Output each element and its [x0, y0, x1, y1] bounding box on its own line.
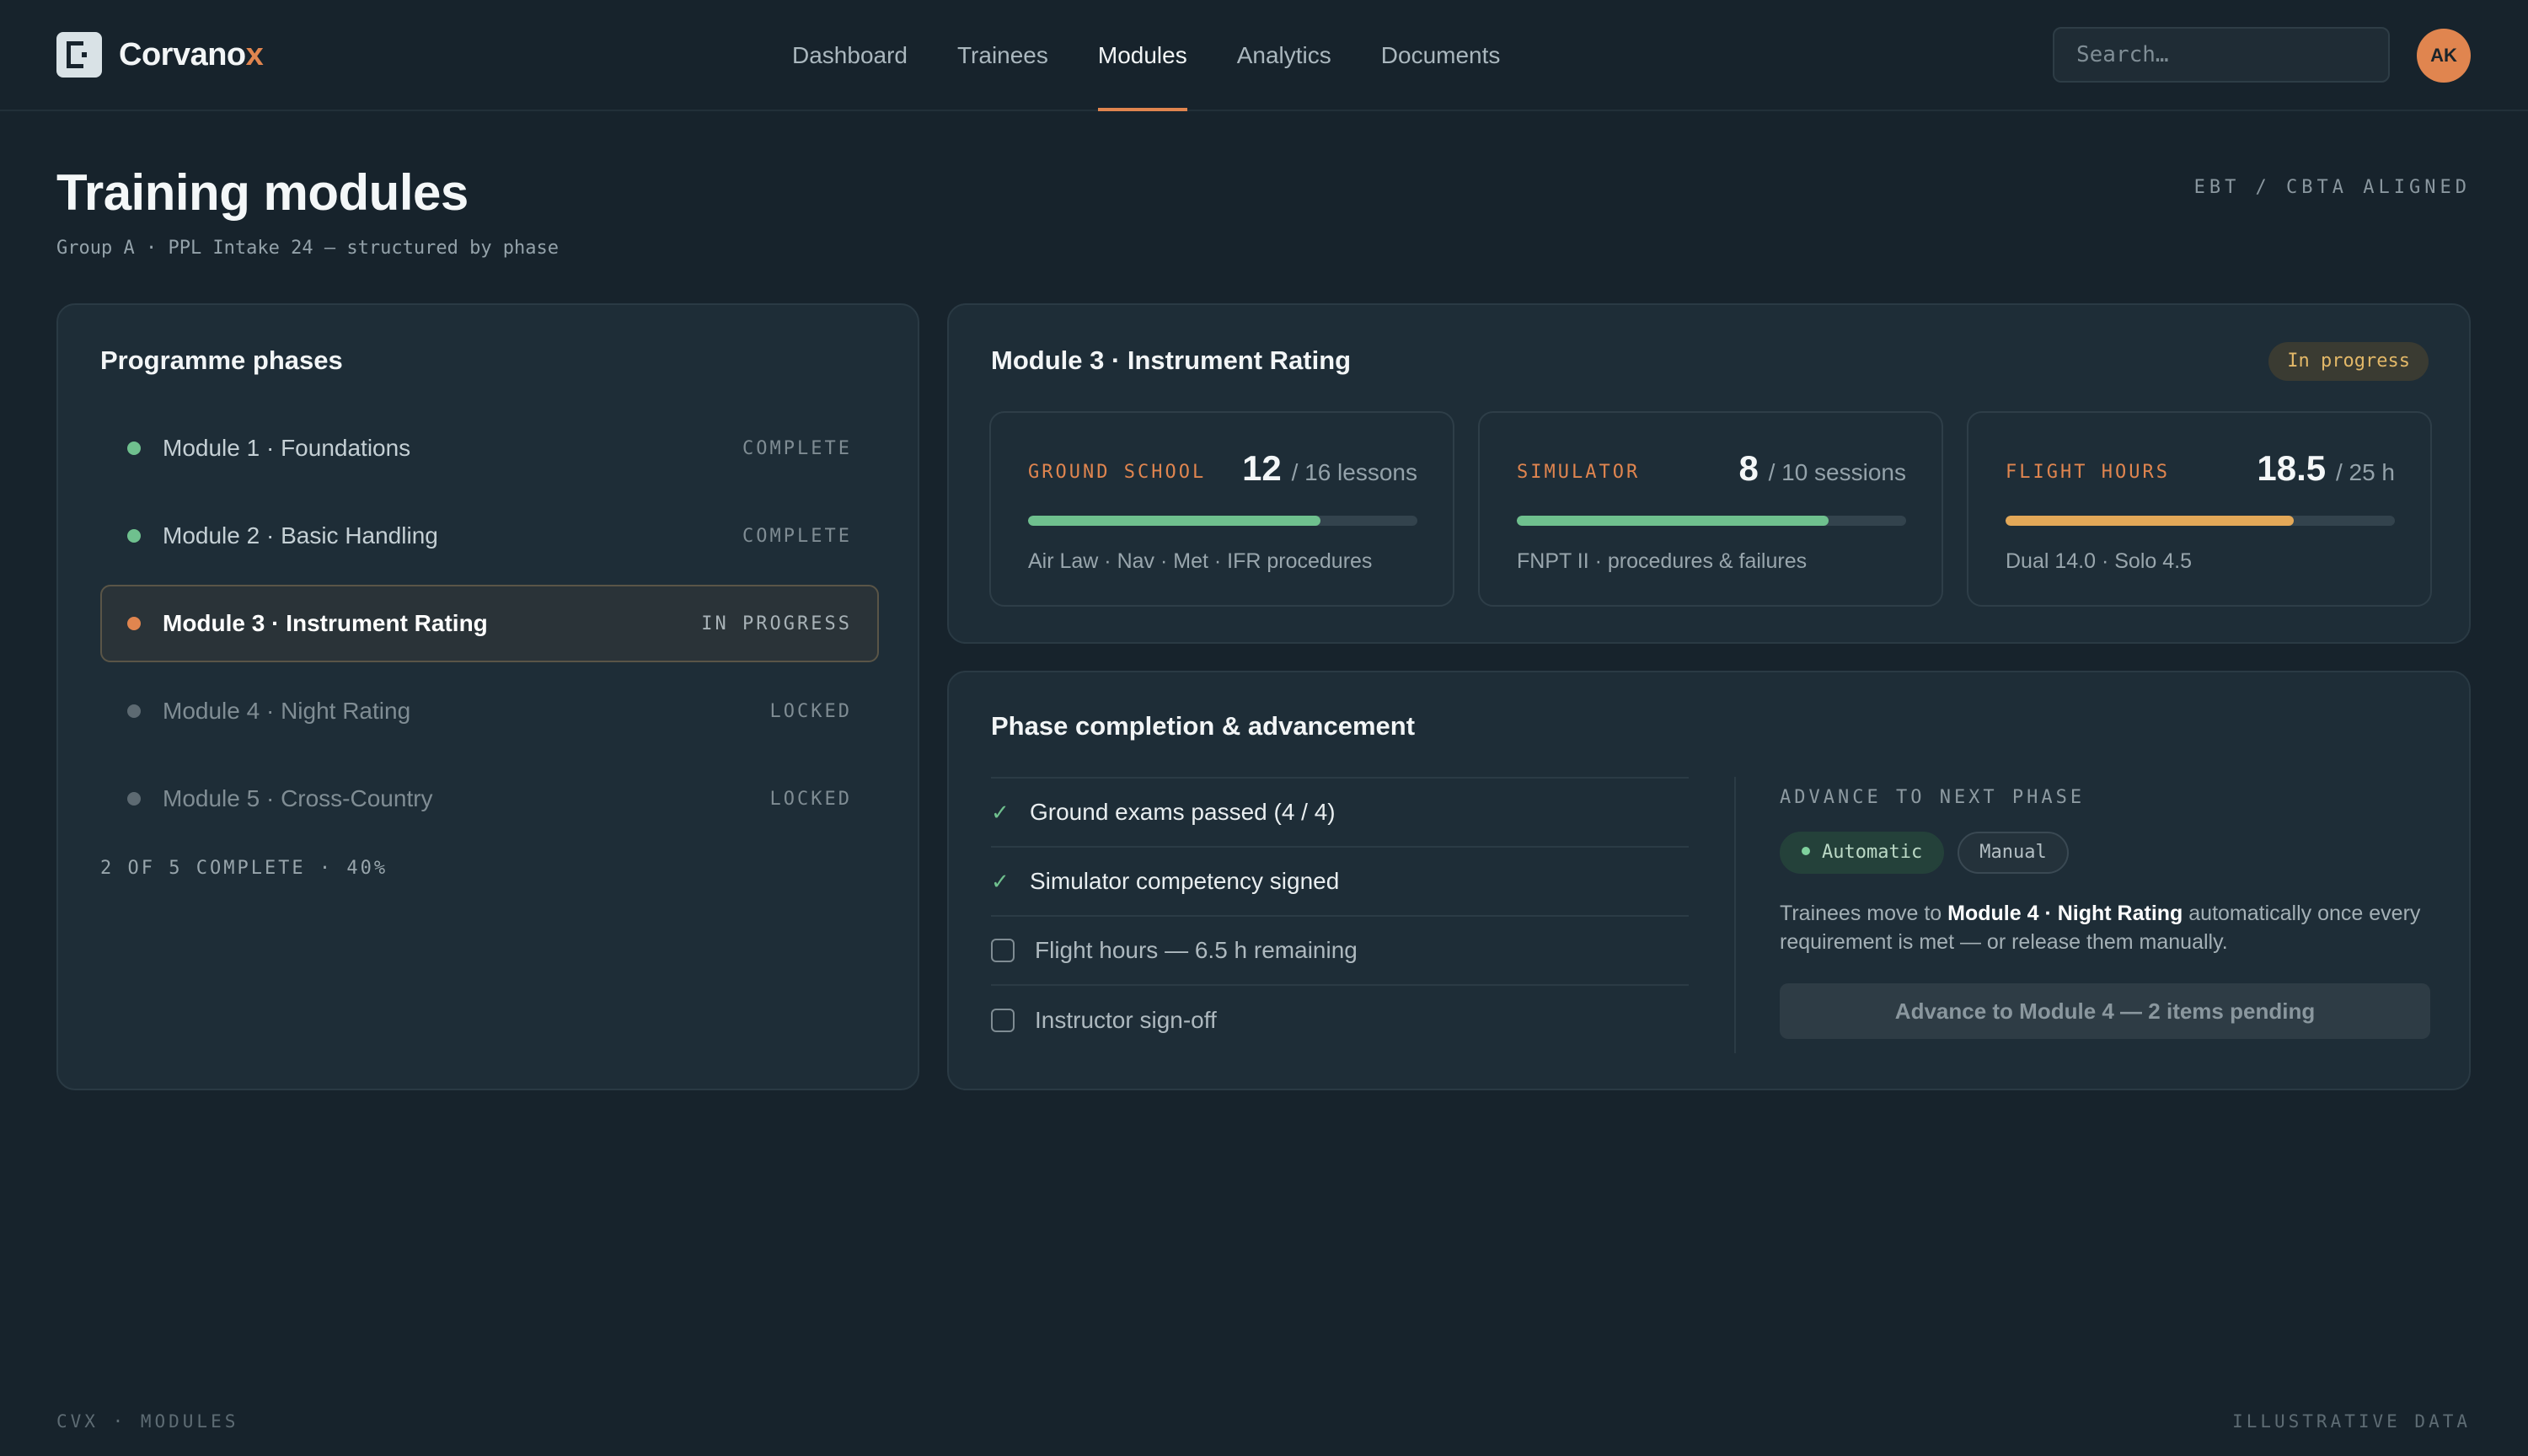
status-dot-icon [127, 529, 141, 543]
module-detail-card: Module 3 · Instrument Rating In progress… [947, 303, 2471, 644]
progress-fill [2006, 516, 2294, 526]
brand-logo[interactable]: Corvanox [56, 32, 264, 78]
progress-fill [1517, 516, 1829, 526]
requirement-instructor-signoff[interactable]: Instructor sign-off [991, 986, 1689, 1055]
user-avatar[interactable]: AK [2417, 29, 2471, 83]
nav-analytics[interactable]: Analytics [1237, 0, 1331, 111]
phase-item-module-3[interactable]: Module 3 · Instrument Rating IN PROGRESS [100, 585, 879, 662]
status-dot-icon [127, 617, 141, 630]
advance-panel: ADVANCE TO NEXT PHASE Automatic Manual T… [1780, 787, 2430, 1039]
phase-label: Module 3 · Instrument Rating [163, 610, 488, 636]
metric-value: 12 / 16 lessons [1242, 448, 1417, 488]
check-icon: ✓ [991, 799, 1010, 825]
progress-bar [1517, 516, 1906, 526]
metric-note: Air Law · Nav · Met · IFR procedures [1028, 549, 1373, 573]
phase-label: Module 4 · Night Rating [163, 698, 411, 724]
programme-phases-card: Programme phases Module 1 · Foundations … [56, 303, 919, 1090]
phases-title: Programme phases [100, 345, 343, 375]
nav-modules[interactable]: Modules [1097, 0, 1187, 111]
phase-label: Module 2 · Basic Handling [163, 522, 438, 549]
phase-status: COMPLETE [742, 437, 852, 459]
metric-label: GROUND SCHOOL [1028, 462, 1207, 483]
phase-summary: 2 OF 5 COMPLETE · 40% [100, 858, 388, 879]
progress-bar [1028, 516, 1417, 526]
phase-status: IN PROGRESS [701, 613, 852, 634]
nav-trainees[interactable]: Trainees [957, 0, 1048, 111]
mode-manual-button[interactable]: Manual [1958, 832, 2069, 874]
requirement-flight-hours[interactable]: Flight hours — 6.5 h remaining [991, 917, 1689, 986]
metric-flight-hours: FLIGHT HOURS 18.5 / 25 h Dual 14.0 · Sol… [1967, 411, 2432, 607]
main-nav: Dashboard Trainees Modules Analytics Doc… [792, 0, 1550, 111]
requirements-list: ✓ Ground exams passed (4 / 4) ✓ Simulato… [991, 777, 1689, 1055]
active-dot-icon [1802, 847, 1810, 855]
phase-status: LOCKED [769, 788, 852, 810]
module-title: Module 3 · Instrument Rating [991, 345, 1352, 375]
advance-description: Trainees move to Module 4 · Night Rating… [1780, 902, 2421, 954]
status-dot-icon [127, 442, 141, 455]
metric-value: 18.5 / 25 h [2257, 448, 2395, 488]
metric-note: FNPT II · procedures & failures [1517, 549, 1808, 573]
advance-button[interactable]: Advance to Module 4 — 2 items pending [1780, 983, 2430, 1039]
phase-status: COMPLETE [742, 525, 852, 547]
framework-tag: EBT / CBTA ALIGNED [2193, 177, 2471, 198]
phase-item-module-1[interactable]: Module 1 · Foundations COMPLETE [100, 410, 879, 487]
phase-status: LOCKED [769, 700, 852, 722]
mode-automatic-button[interactable]: Automatic [1780, 832, 1945, 874]
status-badge: In progress [2268, 342, 2429, 381]
advance-mode-toggle: Automatic Manual [1780, 832, 2430, 874]
page-title: Training modules [56, 164, 469, 221]
check-icon: ✓ [991, 868, 1010, 894]
metric-simulator: SIMULATOR 8 / 10 sessions FNPT II · proc… [1478, 411, 1943, 607]
footer-note: ILLUSTRATIVE DATA [2232, 1411, 2471, 1432]
checkbox[interactable] [991, 1009, 1015, 1032]
nav-documents[interactable]: Documents [1381, 0, 1501, 111]
progress-fill [1028, 516, 1320, 526]
requirement-simulator: ✓ Simulator competency signed [991, 848, 1689, 917]
phase-label: Module 1 · Foundations [163, 435, 411, 461]
top-bar: Corvanox Dashboard Trainees Modules Anal… [0, 0, 2528, 111]
phase-label: Module 5 · Cross-Country [163, 785, 433, 811]
page-subtitle: Group A · PPL Intake 24 — structured by … [56, 238, 560, 259]
phase-item-module-4[interactable]: Module 4 · Night Rating LOCKED [100, 672, 879, 750]
metric-note: Dual 14.0 · Solo 4.5 [2006, 549, 2192, 573]
progress-bar [2006, 516, 2395, 526]
status-dot-icon [127, 792, 141, 806]
logo-icon [56, 32, 102, 78]
status-dot-icon [127, 704, 141, 718]
metric-value: 8 / 10 sessions [1738, 448, 1906, 488]
completion-title: Phase completion & advancement [991, 711, 1416, 741]
phase-item-module-2[interactable]: Module 2 · Basic Handling COMPLETE [100, 497, 879, 575]
phase-list: Module 1 · Foundations COMPLETE Module 2… [100, 410, 879, 848]
footer-label: CVX · MODULES [56, 1411, 239, 1432]
nav-dashboard[interactable]: Dashboard [792, 0, 908, 111]
search-input[interactable] [2053, 27, 2390, 83]
divider [1734, 777, 1736, 1053]
advance-label: ADVANCE TO NEXT PHASE [1780, 787, 2086, 808]
phase-completion-card: Phase completion & advancement ✓ Ground … [947, 671, 2471, 1090]
metric-ground-school: GROUND SCHOOL 12 / 16 lessons Air Law · … [989, 411, 1454, 607]
brand-name: Corvanox [119, 36, 264, 72]
requirement-ground-exams: ✓ Ground exams passed (4 / 4) [991, 779, 1689, 848]
metric-label: FLIGHT HOURS [2006, 462, 2170, 483]
checkbox[interactable] [991, 939, 1015, 962]
metric-label: SIMULATOR [1517, 462, 1641, 483]
phase-item-module-5[interactable]: Module 5 · Cross-Country LOCKED [100, 760, 879, 838]
